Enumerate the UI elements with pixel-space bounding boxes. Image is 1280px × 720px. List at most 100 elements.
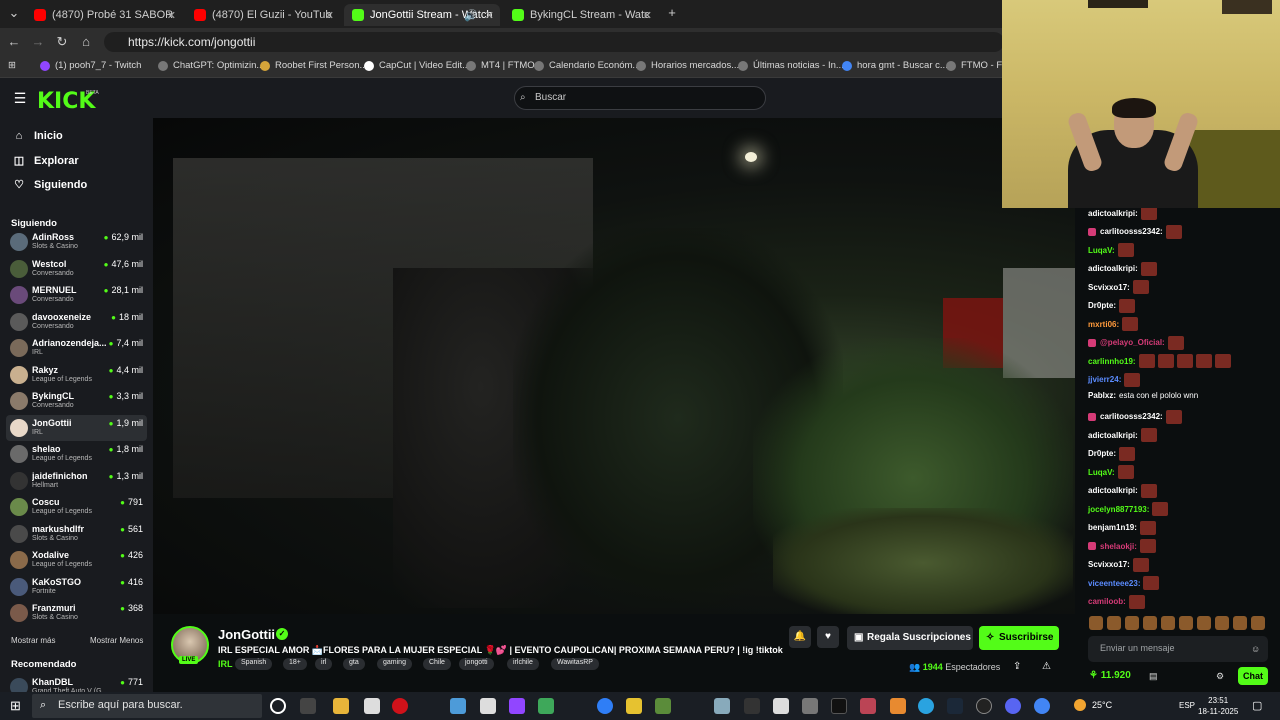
- system-clock[interactable]: 23:51 18-11-2025: [1198, 695, 1238, 717]
- close-icon[interactable]: ✕: [485, 9, 494, 22]
- stream-tag[interactable]: jongotti: [459, 658, 494, 670]
- settings-icon[interactable]: [802, 698, 818, 714]
- follow-button[interactable]: ♥: [817, 626, 839, 648]
- app-icon[interactable]: [773, 698, 789, 714]
- sidebar-channel[interactable]: MERNUELConversando 28,1 mil: [0, 282, 153, 308]
- language-indicator[interactable]: ESP: [1179, 701, 1195, 710]
- show-less-button[interactable]: Mostrar Menos: [90, 636, 143, 645]
- settings-icon[interactable]: ⚙: [1216, 671, 1224, 682]
- sidebar-channel[interactable]: Adrianozendeja...IRL 7,4 mil: [0, 335, 153, 361]
- emote[interactable]: [1233, 616, 1247, 630]
- stream-tag[interactable]: Spanish: [235, 658, 273, 670]
- app-icon[interactable]: [626, 698, 642, 714]
- chat-username[interactable]: carlitoosss2342:: [1100, 227, 1163, 236]
- sidebar-channel[interactable]: KaKoSTGOFortnite 416: [0, 574, 153, 600]
- emote[interactable]: [1197, 616, 1211, 630]
- close-icon[interactable]: ✕: [325, 9, 334, 22]
- channel-name[interactable]: JonGottii: [218, 627, 275, 642]
- emote[interactable]: [1125, 616, 1139, 630]
- twitch-icon[interactable]: [509, 698, 525, 714]
- chat-username[interactable]: LuqaV:: [1088, 468, 1115, 477]
- chat-username[interactable]: adictoalkripi:: [1088, 486, 1138, 495]
- browser-tab-4[interactable]: BykingCL Stream - Watch Live ✕: [504, 4, 658, 26]
- search-input[interactable]: Buscar: [514, 86, 766, 110]
- chat-username[interactable]: mxrti06:: [1088, 320, 1119, 329]
- sidebar-channel[interactable]: markushdlfrSlots & Casino 561: [0, 521, 153, 547]
- emote[interactable]: [1215, 616, 1229, 630]
- chat-username[interactable]: carlitoosss2342:: [1100, 412, 1163, 421]
- nav-following[interactable]: ♡ Siguiendo: [12, 178, 87, 192]
- emote[interactable]: [1089, 616, 1103, 630]
- sidebar-channel[interactable]: WestcolConversando 47,6 mil: [0, 256, 153, 282]
- minecraft-icon[interactable]: [655, 698, 671, 714]
- home-icon[interactable]: ⌂: [78, 34, 94, 49]
- bookmark-7[interactable]: Horarios mercados...: [636, 60, 739, 71]
- stream-tag[interactable]: irlchile: [507, 658, 539, 670]
- chat-username[interactable]: carlinnho19:: [1088, 357, 1136, 366]
- chat-username[interactable]: viceenteee23:: [1088, 579, 1140, 588]
- stream-tag[interactable]: irl: [315, 658, 333, 670]
- show-more-button[interactable]: Mostrar más: [11, 636, 55, 645]
- tiktok-icon[interactable]: [831, 698, 847, 714]
- chat-username[interactable]: adictoalkripi:: [1088, 264, 1138, 273]
- bookmark-10[interactable]: FTMO - For: [946, 60, 1011, 71]
- browser-tab-2[interactable]: (4870) El Guzii - YouTube ✕: [186, 4, 340, 26]
- discord-icon[interactable]: [1005, 698, 1021, 714]
- back-icon[interactable]: ←: [6, 34, 22, 49]
- speaker-icon[interactable]: 🔊: [464, 9, 478, 22]
- sidebar-channel[interactable]: CoscuLeague of Legends 791: [0, 494, 153, 520]
- emoji-icon[interactable]: ☺: [1251, 644, 1260, 654]
- chat-username[interactable]: benjam1n19:: [1088, 523, 1137, 532]
- bookmark-2[interactable]: ChatGPT: Optimizin...: [158, 60, 264, 71]
- chat-username[interactable]: Scvixxo17:: [1088, 283, 1130, 292]
- sidebar-channel[interactable]: AdinRossSlots & Casino 62,9 mil: [0, 229, 153, 255]
- browser-tab-1[interactable]: (4870) Probé 31 SABORES de P ✕: [26, 4, 182, 26]
- zoom-icon[interactable]: [597, 698, 613, 714]
- app-icon[interactable]: [976, 698, 992, 714]
- gift-subs-button[interactable]: ▣ Regala Suscripciones: [847, 626, 973, 650]
- channel-points[interactable]: ⚘ 11.920: [1089, 670, 1131, 681]
- nav-explore[interactable]: ◫ Explorar: [12, 154, 79, 168]
- taskbar-search[interactable]: Escribe aquí para buscar.: [32, 694, 262, 718]
- calendar-icon[interactable]: ▤: [1149, 671, 1158, 682]
- video-player[interactable]: [153, 118, 1075, 614]
- file-icon[interactable]: [364, 698, 380, 714]
- chrome-icon[interactable]: [1034, 698, 1050, 714]
- sidebar-channel[interactable]: RakyzLeague of Legends 4,4 mil: [0, 362, 153, 388]
- close-icon[interactable]: ✕: [167, 9, 176, 22]
- sidebar-channel[interactable]: shelaoLeague of Legends 1,8 mil: [0, 441, 153, 467]
- emote[interactable]: [1251, 616, 1265, 630]
- emote[interactable]: [1161, 616, 1175, 630]
- stream-tag[interactable]: gta: [343, 658, 365, 670]
- emote[interactable]: [1107, 616, 1121, 630]
- sidebar-channel[interactable]: jaidefinichonHellmart 1,3 mil: [0, 468, 153, 494]
- stream-tag[interactable]: Chile: [423, 658, 451, 670]
- telegram-icon[interactable]: [918, 698, 934, 714]
- opera-icon[interactable]: [392, 698, 408, 714]
- chat-username[interactable]: Scvixxo17:: [1088, 560, 1130, 569]
- sidebar-channel[interactable]: XodaliveLeague of Legends 426: [0, 547, 153, 573]
- tab-list-icon[interactable]: ⌄: [6, 5, 22, 21]
- nav-home[interactable]: ⌂ Inicio: [12, 130, 63, 142]
- chat-username[interactable]: Pablxz:: [1088, 391, 1116, 400]
- app-icon[interactable]: [538, 698, 554, 714]
- task-view-icon[interactable]: [300, 698, 316, 714]
- chat-username[interactable]: adictoalkripi:: [1088, 209, 1138, 218]
- stream-tag[interactable]: WawitasRP: [551, 658, 599, 670]
- app-icon[interactable]: [450, 698, 466, 714]
- forward-icon[interactable]: →: [30, 34, 46, 49]
- chat-username[interactable]: Dr0pte:: [1088, 301, 1116, 310]
- emote[interactable]: [1143, 616, 1157, 630]
- chat-username[interactable]: jjvierr24:: [1088, 375, 1121, 384]
- bookmark-9[interactable]: hora gmt - Buscar c...: [842, 60, 948, 71]
- chat-username[interactable]: camiloob:: [1088, 597, 1126, 606]
- close-icon[interactable]: ✕: [643, 9, 652, 22]
- app-icon[interactable]: [714, 698, 730, 714]
- new-tab-icon[interactable]: +: [664, 5, 680, 20]
- menu-icon[interactable]: ☰: [12, 90, 28, 107]
- notification-icon[interactable]: ▢: [1252, 699, 1262, 712]
- bookmark-1[interactable]: (1) pooh7_7 - Twitch: [40, 60, 141, 71]
- weather-temp[interactable]: 25°C: [1092, 700, 1112, 710]
- chat-username[interactable]: Dr0pte:: [1088, 449, 1116, 458]
- stream-tag[interactable]: 18+: [283, 658, 307, 670]
